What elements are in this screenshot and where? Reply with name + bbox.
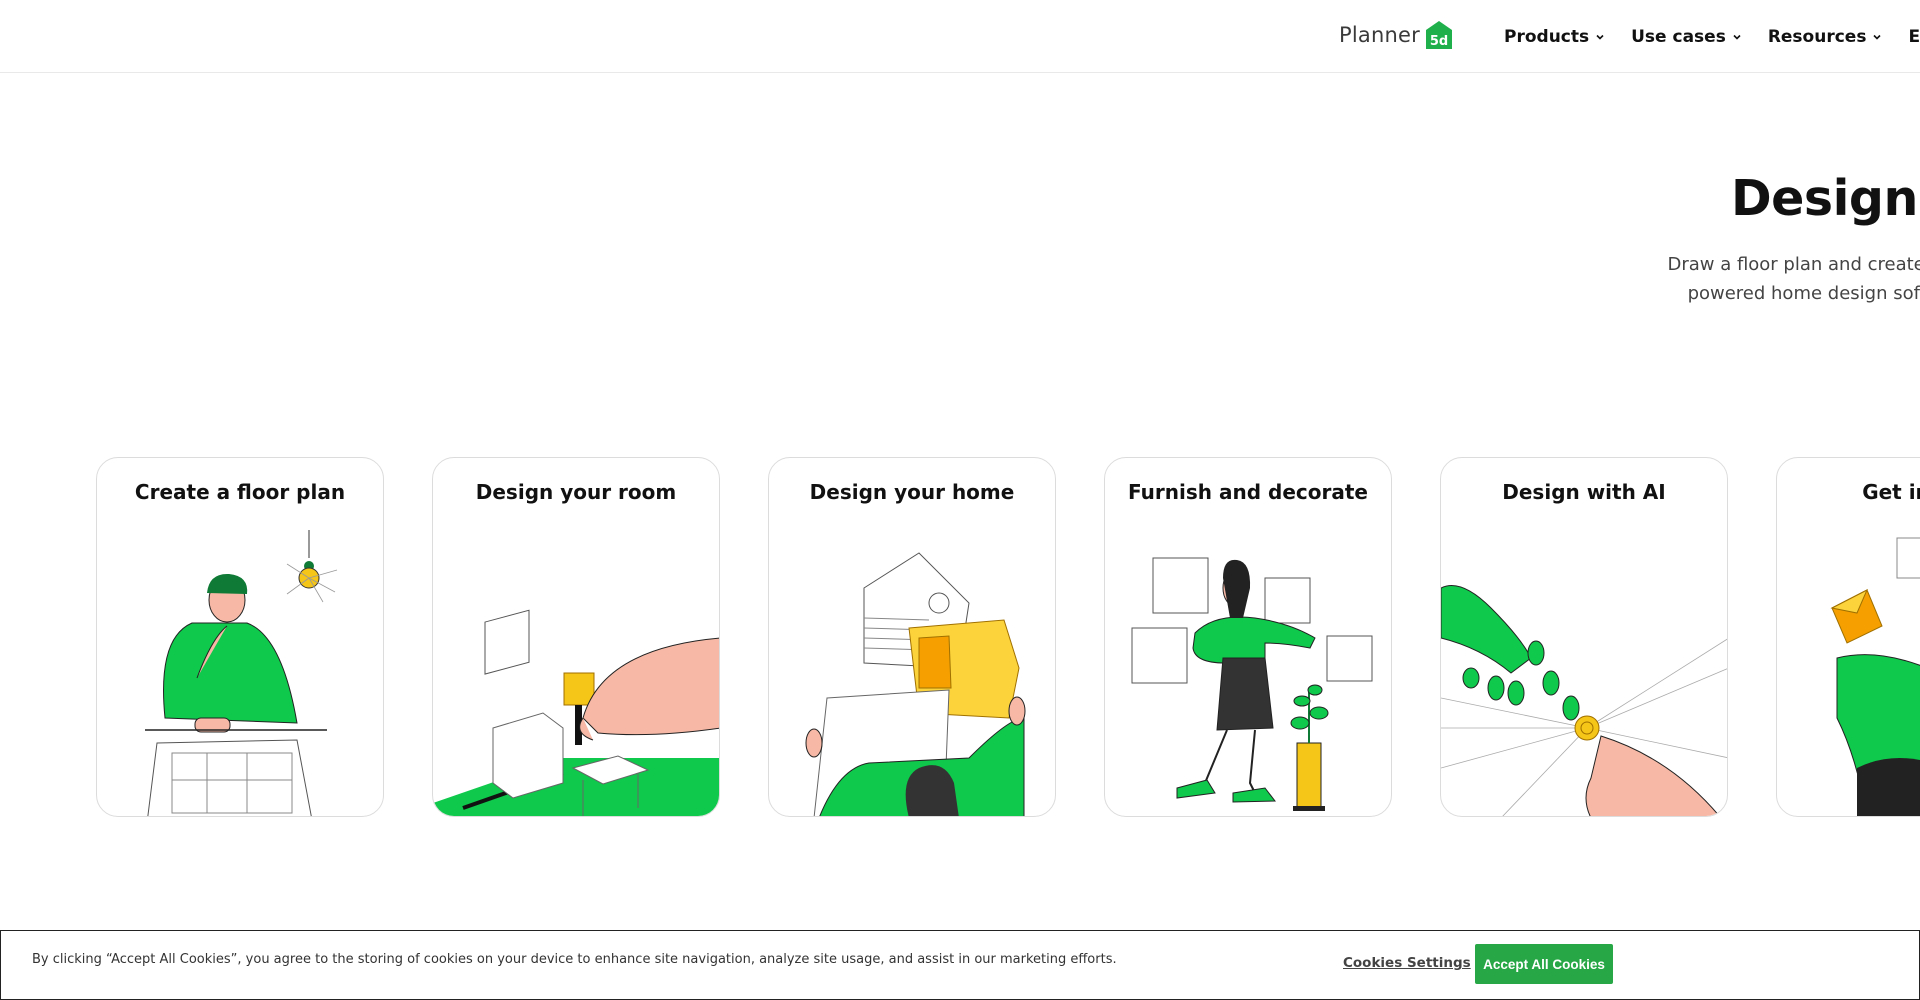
svg-text:5d: 5d: [1430, 34, 1448, 49]
card-furnish-decorate[interactable]: Furnish and decorate: [1104, 457, 1392, 817]
logo-house-icon: 5d: [1425, 21, 1452, 49]
nav-resources[interactable]: Resources: [1768, 27, 1883, 47]
card-design-ai[interactable]: Design with AI: [1440, 457, 1728, 817]
nav-use-cases[interactable]: Use cases: [1631, 27, 1742, 47]
nav-products-label: Products: [1504, 26, 1590, 47]
inspiration-illustration: [1830, 537, 1920, 816]
cookie-consent-text: By clicking “Accept All Cookies”, you ag…: [32, 952, 1117, 967]
chevron-down-icon: [1873, 34, 1882, 40]
card-title: Design with AI: [1502, 480, 1666, 504]
decorate-illustration: [1131, 557, 1373, 811]
logo-wordmark: Planner: [1339, 23, 1420, 47]
chevron-down-icon: [1733, 34, 1741, 40]
room-illustration: [433, 609, 719, 816]
card-title: Furnish and decorate: [1128, 480, 1368, 504]
planner5d-logo[interactable]: Planner 5d: [1339, 18, 1454, 52]
card-design-room[interactable]: Design your room: [432, 457, 720, 817]
nav-resources-label: Resources: [1767, 26, 1867, 47]
cookies-settings-link[interactable]: Cookies Settings: [1343, 955, 1471, 971]
home-illustration: [805, 552, 1026, 816]
floor-plan-illustration: [145, 530, 338, 816]
card-title: Design your home: [809, 480, 1015, 504]
card-create-floor-plan[interactable]: Create a floor plan: [96, 457, 384, 817]
card-get-inspired[interactable]: Get in: [1776, 457, 1920, 817]
nav-use-cases-label: Use cases: [1631, 26, 1726, 47]
nav-enterprise-label: Enterp: [1908, 26, 1920, 47]
hero-subtitle: Draw a floor plan and create a 3D powere…: [1620, 250, 1920, 308]
accept-all-cookies-button[interactable]: Accept All Cookies: [1475, 944, 1613, 984]
site-header: Planner 5d Products Use cases Resources …: [0, 0, 1920, 73]
feature-cards: Create a floor plan Design your room Des…: [96, 457, 1920, 817]
hero-title: Design y: [1731, 170, 1920, 227]
nav-products[interactable]: Products: [1504, 27, 1605, 47]
nav-enterprise[interactable]: Enterp: [1908, 27, 1920, 47]
card-title: Design your room: [475, 480, 677, 504]
card-design-home[interactable]: Design your home: [768, 457, 1056, 817]
hero-subtitle-line1: Draw a floor plan and create a 3D: [1667, 254, 1920, 275]
hero-subtitle-line2: powered home design softwa: [1687, 283, 1920, 304]
ai-illustration: [1441, 585, 1727, 816]
cookie-banner: By clicking “Accept All Cookies”, you ag…: [0, 930, 1920, 1000]
card-title: Get in: [1862, 480, 1920, 504]
card-title: Create a floor plan: [134, 480, 346, 504]
main-nav: Products Use cases Resources Enterp: [1504, 0, 1920, 73]
chevron-down-icon: [1596, 34, 1604, 40]
